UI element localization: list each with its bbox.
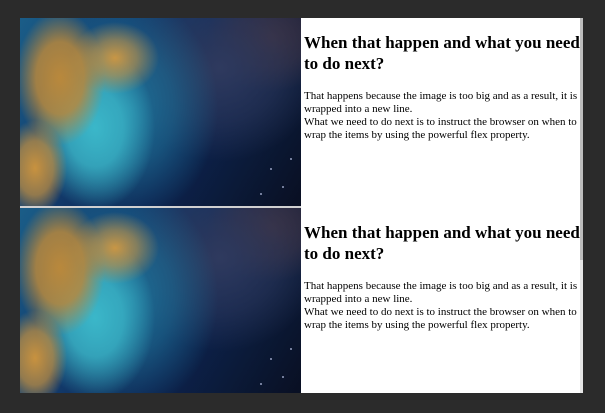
- image-speckle: [290, 158, 292, 160]
- image-speckle: [282, 186, 284, 188]
- image-speckle: [282, 376, 284, 378]
- image-speckle: [270, 168, 272, 170]
- image-speckle: [290, 348, 292, 350]
- card-text: When that happen and what you need to do…: [301, 208, 580, 393]
- scrollbar-thumb[interactable]: [580, 18, 583, 260]
- card-heading: When that happen and what you need to do…: [304, 33, 580, 73]
- card-paragraph-2: What we need to do next is to instruct t…: [304, 116, 577, 141]
- image-speckle: [260, 383, 262, 385]
- card: When that happen and what you need to do…: [20, 18, 580, 206]
- card: When that happen and what you need to do…: [20, 208, 580, 393]
- card-heading: When that happen and what you need to do…: [304, 223, 580, 263]
- card-paragraph-2: What we need to do next is to instruct t…: [304, 306, 577, 331]
- card-paragraph-1: That happens because the image is too bi…: [304, 280, 578, 305]
- image-speckle: [270, 358, 272, 360]
- browser-viewport: When that happen and what you need to do…: [20, 18, 583, 393]
- card-image: [20, 18, 301, 206]
- vertical-scrollbar[interactable]: [580, 18, 583, 393]
- card-paragraph-1: That happens because the image is too bi…: [304, 90, 578, 115]
- card-text: When that happen and what you need to do…: [301, 18, 580, 206]
- image-speckle: [260, 193, 262, 195]
- card-image: [20, 208, 301, 393]
